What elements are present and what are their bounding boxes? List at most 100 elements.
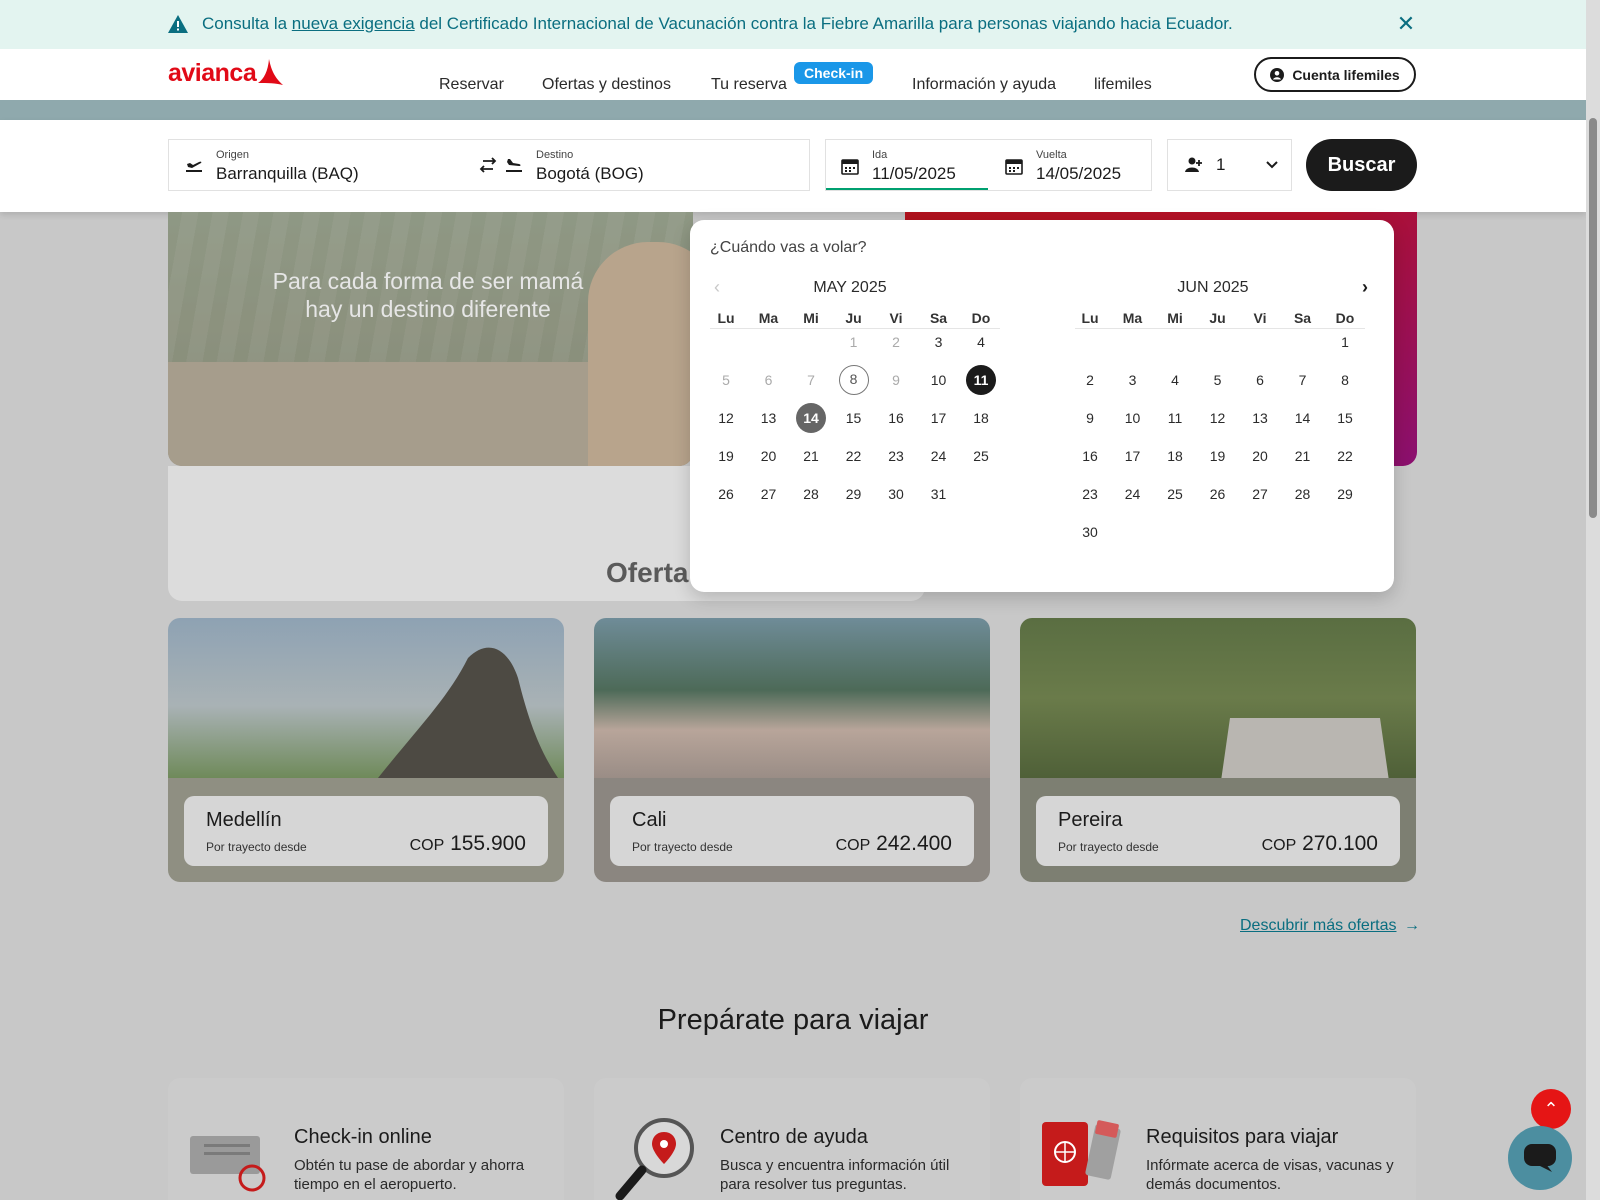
prev-month-icon[interactable]: ‹	[708, 278, 726, 296]
prepare-card-checkin[interactable]: Check-in online Obtén tu pase de abordar…	[168, 1078, 564, 1200]
calendar-day[interactable]: 17	[1118, 441, 1148, 471]
calendar-day[interactable]: 12	[1203, 403, 1233, 433]
calendar-day[interactable]: 22	[839, 441, 869, 471]
calendar-day[interactable]: 27	[1245, 479, 1275, 509]
calendar-day[interactable]: 20	[1245, 441, 1275, 471]
calendar-day[interactable]: 4	[1160, 365, 1190, 395]
calendar-day[interactable]: 21	[796, 441, 826, 471]
calendar-day[interactable]: 19	[1203, 441, 1233, 471]
return-date-input[interactable]: 14/05/2025	[1036, 164, 1121, 184]
scroll-top-button[interactable]: ⌃	[1531, 1089, 1571, 1129]
calendar-day[interactable]: 29	[1330, 479, 1360, 509]
passport-icon	[1042, 1120, 1121, 1186]
destination-card-pereira[interactable]: Pereira Por trayecto desde COP 270.100	[1020, 618, 1416, 882]
next-month-icon[interactable]: ›	[1356, 278, 1374, 296]
calendar-day[interactable]: 20	[754, 441, 784, 471]
departure-date-input[interactable]: 11/05/2025	[872, 164, 956, 184]
calendar-day[interactable]: 5	[1203, 365, 1233, 395]
calendar-day[interactable]: 18	[1160, 441, 1190, 471]
calendar-day[interactable]: 8	[838, 365, 869, 395]
calendar-day[interactable]: 3	[924, 327, 954, 357]
calendar-day[interactable]: 28	[796, 479, 826, 509]
calendar-day[interactable]: 8	[1330, 365, 1360, 395]
search-button[interactable]: Buscar	[1306, 139, 1417, 191]
origin-input[interactable]: Barranquilla (BAQ)	[216, 164, 359, 184]
checkin-badge[interactable]: Check-in	[794, 62, 874, 84]
calendar-day[interactable]: 7	[1288, 365, 1318, 395]
weekday-header: Ju	[1209, 310, 1226, 326]
calendar-day[interactable]: 28	[1288, 479, 1318, 509]
calendar-day[interactable]: 14	[796, 403, 826, 433]
calendar-day[interactable]: 30	[1075, 517, 1105, 547]
calendar-day[interactable]: 9	[1075, 403, 1105, 433]
calendar-day[interactable]: 10	[1118, 403, 1148, 433]
destination-card-cali[interactable]: Cali Por trayecto desde COP 242.400	[594, 618, 990, 882]
month-title: JUN 2025	[1177, 279, 1249, 296]
calendar-day[interactable]: 16	[881, 403, 911, 433]
nav-ofertas[interactable]: Ofertas y destinos	[542, 76, 671, 94]
calendar-day[interactable]: 3	[1118, 365, 1148, 395]
calendar-day[interactable]: 27	[754, 479, 784, 509]
pereira-waterfall-image	[1220, 718, 1390, 788]
hero-banner[interactable]: Para cada forma de ser mamá hay un desti…	[168, 212, 693, 466]
notice-link[interactable]: nueva exigencia	[292, 14, 415, 33]
calendar-day[interactable]: 25	[966, 441, 996, 471]
destination-card-medellin[interactable]: Medellín Por trayecto desde COP 155.900	[168, 618, 564, 882]
calendar-day[interactable]: 18	[966, 403, 996, 433]
prepare-card-desc: Obtén tu pase de abordar y ahorra tiempo…	[294, 1157, 525, 1193]
scrollbar-thumb[interactable]	[1589, 118, 1597, 518]
calendar-day[interactable]: 21	[1288, 441, 1318, 471]
calendar-day[interactable]: 22	[1330, 441, 1360, 471]
calendar-day[interactable]: 15	[1330, 403, 1360, 433]
close-icon[interactable]: ✕	[1396, 13, 1416, 35]
calendar-day[interactable]: 16	[1075, 441, 1105, 471]
account-button[interactable]: Cuenta lifemiles	[1254, 57, 1416, 92]
calendar-day[interactable]: 11	[1160, 403, 1190, 433]
calendar-day[interactable]: 26	[711, 479, 741, 509]
avianca-logo[interactable]: avianca	[168, 57, 284, 89]
more-offers-link[interactable]: Descubrir más ofertas	[1240, 917, 1397, 935]
calendar-day[interactable]: 13	[1245, 403, 1275, 433]
calendar-day[interactable]: 1	[1330, 327, 1360, 357]
calendar-day[interactable]: 17	[924, 403, 954, 433]
calendar-day[interactable]: 13	[754, 403, 784, 433]
weekday-header: Do	[1335, 310, 1355, 326]
calendar-icon	[841, 159, 859, 175]
nav-reservar[interactable]: Reservar	[439, 76, 504, 94]
calendar-day[interactable]: 10	[924, 365, 954, 395]
calendar-day[interactable]: 19	[711, 441, 741, 471]
calendar-day[interactable]: 29	[839, 479, 869, 509]
calendar-day[interactable]: 11	[966, 365, 996, 395]
calendar-day[interactable]: 6	[1245, 365, 1275, 395]
calendar-day[interactable]: 31	[924, 479, 954, 509]
nav-lifemiles[interactable]: lifemiles	[1094, 76, 1152, 94]
passengers-select[interactable]: 1	[1167, 139, 1292, 191]
swap-icon[interactable]	[478, 155, 498, 175]
calendar-day[interactable]: 12	[711, 403, 741, 433]
page-scrollbar[interactable]	[1586, 0, 1600, 1200]
calendar-day[interactable]: 23	[881, 441, 911, 471]
destination-from: Por trayecto desde	[206, 840, 307, 854]
calendar-day[interactable]: 26	[1203, 479, 1233, 509]
calendar-day[interactable]: 2	[1075, 365, 1105, 395]
chat-button[interactable]	[1508, 1126, 1572, 1190]
calendar-day[interactable]: 24	[924, 441, 954, 471]
origin-label: Origen	[216, 149, 250, 161]
calendar-day[interactable]: 30	[881, 479, 911, 509]
calendar-day[interactable]: 25	[1160, 479, 1190, 509]
prepare-card-desc: Infórmate acerca de visas, vacunas y dem…	[1146, 1157, 1394, 1193]
calendar-day[interactable]: 14	[1288, 403, 1318, 433]
prepare-card-requirements[interactable]: Requisitos para viajar Infórmate acerca …	[1020, 1078, 1416, 1200]
destination-input[interactable]: Bogotá (BOG)	[536, 164, 644, 184]
prepare-card-help[interactable]: Centro de ayuda Busca y encuentra inform…	[594, 1078, 990, 1200]
nav-informacion[interactable]: Información y ayuda	[912, 76, 1056, 94]
date-picker-question: ¿Cuándo vas a volar?	[710, 239, 867, 256]
calendar-day[interactable]: 23	[1075, 479, 1105, 509]
calendar-day[interactable]: 15	[839, 403, 869, 433]
departure-label: Ida	[872, 149, 888, 161]
arrow-right-icon[interactable]: →	[1404, 917, 1420, 935]
date-picker-popup: ¿Cuándo vas a volar? MAY 2025 JUN 2025 ‹…	[690, 220, 1394, 592]
calendar-day[interactable]: 24	[1118, 479, 1148, 509]
nav-tu-reserva[interactable]: Tu reserva	[711, 76, 787, 94]
calendar-day[interactable]: 4	[966, 327, 996, 357]
